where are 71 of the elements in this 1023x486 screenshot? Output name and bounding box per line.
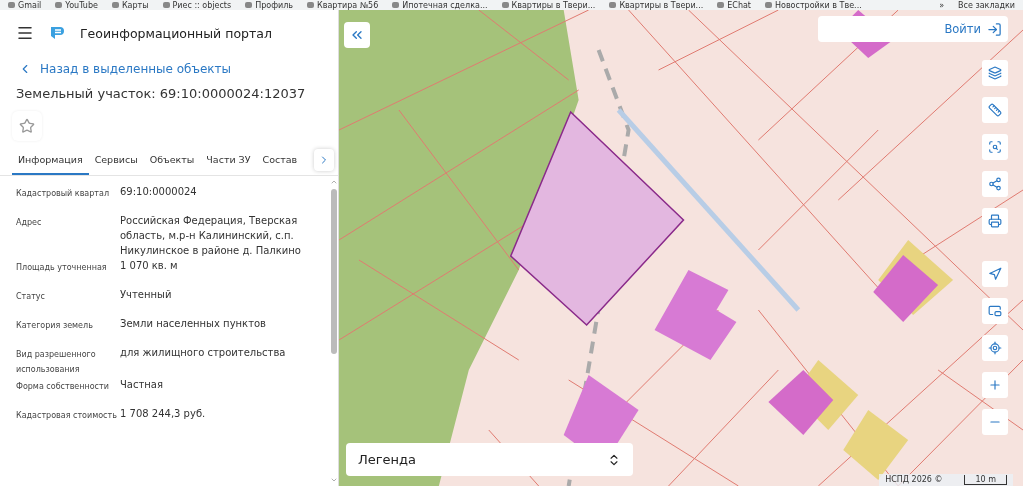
bookmark[interactable]: Квартиры в Твери... [501,0,596,10]
zoom-out-button[interactable] [982,409,1008,435]
ruler-button[interactable] [982,97,1008,123]
field-value: 69:10:0000024 [120,185,198,199]
collapse-panel-button[interactable] [344,22,370,48]
printer-icon [988,214,1002,228]
field-label: Статус [16,291,46,303]
field-label: Площадь уточненная [16,262,108,274]
bookmark[interactable]: Риес :: objects [162,0,232,10]
more-bookmarks[interactable]: » [939,0,945,10]
printer-button[interactable] [982,208,1008,234]
bookmark[interactable]: EChat [717,0,751,10]
field-value: Российская Федерация, Тверская область, м.р-н Калининский, с.п. Никулинское в районе д. Палкино [120,214,302,258]
all-bookmarks[interactable]: Все закладки [958,0,1015,10]
bookmark[interactable]: Карты [111,0,149,10]
field-label: Вид разрешенного использования [16,349,97,376]
navigation-arrow-button[interactable] [982,261,1008,287]
portal-title: Геоинформационный портал [80,25,272,41]
field-value: Частная [120,378,164,392]
field-value: 1 708 244,3 руб. [120,407,207,421]
tab[interactable]: Объекты [143,145,201,175]
legend-select[interactable]: Легенда [346,443,633,476]
minimap-icon [988,304,1002,318]
target-button[interactable] [982,335,1008,361]
layers-button[interactable] [982,60,1008,86]
target-icon [988,341,1002,355]
tabs-next-button[interactable] [314,149,334,171]
field-label: Кадастровый квартал [16,188,111,200]
object-title: Земельный участок: 69:10:0000024:12037 [15,85,307,103]
back-link[interactable]: Назад в выделенные объекты [0,52,338,80]
login-button[interactable]: Войти [944,21,1002,37]
login-icon [987,21,1002,37]
tab[interactable]: Сервисы [88,145,144,175]
zoom-in-icon [988,378,1002,392]
field-label: Категория земель [16,320,94,332]
minimap-button[interactable] [982,298,1008,324]
bookmark[interactable]: Профиль [245,0,293,10]
layers-icon [988,66,1002,80]
bookmark[interactable]: Квартира №56 [307,0,379,10]
field-label: Адрес [16,217,43,229]
bookmark[interactable]: Gmail [8,0,42,10]
star-icon [19,118,35,134]
navigation-arrow-icon [988,267,1002,281]
tab[interactable]: Информация [12,145,89,175]
bookmark[interactable]: YouTube [55,0,98,10]
logo-icon [48,24,66,42]
field-label: Кадастровая стоимость [16,410,118,422]
ruler-icon [988,103,1002,117]
share-icon [988,177,1002,191]
bookmark[interactable]: Новостройки в Тве... [765,0,862,10]
field-value: Учтенный [120,288,173,302]
zoom-in-button[interactable] [982,372,1008,398]
field-value: 1 070 кв. м [120,259,179,273]
bookmark[interactable]: Ипотечная сделка... [392,0,488,10]
area-search-button[interactable] [982,134,1008,160]
field-label: Форма собственности [16,381,110,393]
menu-icon[interactable] [16,24,34,42]
attribution-text: НСПД 2026 © [885,475,943,485]
map-drawing[interactable] [339,10,1023,486]
share-button[interactable] [982,171,1008,197]
field-value: для жилищного строительства [120,346,287,360]
scrollbar-thumb[interactable] [330,188,337,354]
favorite-button[interactable] [12,111,42,141]
area-search-icon [988,140,1002,154]
scale-bar: 10 m [964,475,1007,485]
scroll-down-icon[interactable] [329,476,338,484]
tab[interactable]: Части ЗУ [200,145,257,175]
scroll-up-icon[interactable] [329,178,338,186]
tab[interactable]: Состав [256,145,304,175]
field-value: Земли населенных пунктов [120,317,267,331]
bookmark[interactable]: Квартиры в Твери... [609,0,704,10]
